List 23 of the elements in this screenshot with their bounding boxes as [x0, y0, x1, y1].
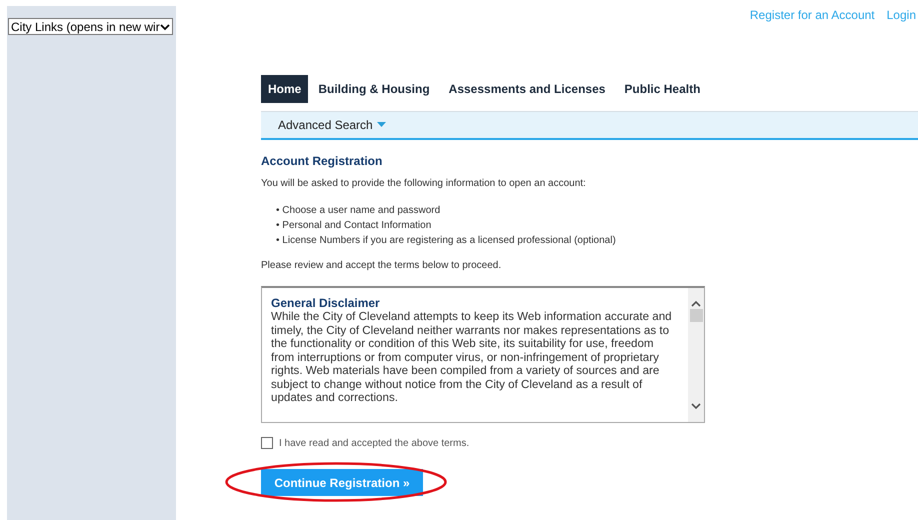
- nav-tab[interactable]: Home: [261, 75, 308, 103]
- scroll-down-icon[interactable]: [691, 403, 701, 410]
- section-heading: Account Registration: [261, 154, 384, 168]
- checkbox-label: I have read and accepted the above terms.: [279, 438, 470, 448]
- scroll-up-icon[interactable]: [691, 300, 701, 307]
- terms-title: General Disclaimer: [271, 296, 381, 310]
- advanced-search-menu[interactable]: Advanced Search: [261, 118, 386, 132]
- chevron-icon: [160, 22, 170, 30]
- dropdown-arrow-icon: [376, 122, 386, 128]
- scrollbar[interactable]: [688, 288, 704, 422]
- instruction-text: Please review and accept the terms below to proceed.: [261, 260, 502, 271]
- bullet-item: • Choose a user name and password: [276, 204, 442, 218]
- accept-checkbox[interactable]: [261, 437, 273, 449]
- nav-tab[interactable]: Assessments and Licenses: [440, 75, 614, 103]
- bullet-item: • Personal and Contact Information: [276, 219, 432, 233]
- city-links-dropdown[interactable]: City Links (opens in new wir: [8, 18, 173, 35]
- nav-tab[interactable]: Public Health: [615, 75, 710, 103]
- terms-text: While the City of Cleveland attempts to keep its Web information accurate and timely, the City of Cleveland neither warrants nor makes representations as to the functionality or condition of this Web site, its suitability for use, freedom from interruptions or from computer virus, or non-infringement of proprietary rights. Web materials have been compiled from a variety of sources and are subject to change without notice from the City of Cleveland as a result of updates and corrections.: [271, 310, 673, 404]
- intro-text: You will be asked to provide the following information to open an account:: [261, 178, 587, 189]
- nav-tab[interactable]: Building & Housing: [309, 75, 439, 103]
- terms-box[interactable]: [261, 286, 705, 423]
- bullet-item: • License Numbers if you are registering as a licensed professional (optional): [276, 234, 617, 248]
- scroll-thumb[interactable]: [690, 309, 702, 322]
